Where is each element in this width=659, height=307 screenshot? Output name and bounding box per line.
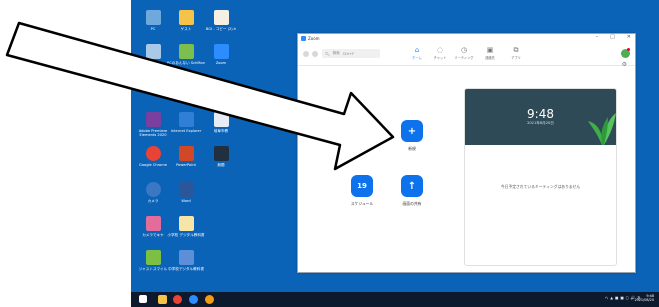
screenshot: PC ゲスト BGI - コピー (2).h ごみ箱 PCのあんない SchMo… [0, 0, 659, 307]
annotation-arrow-icon [5, 21, 395, 171]
